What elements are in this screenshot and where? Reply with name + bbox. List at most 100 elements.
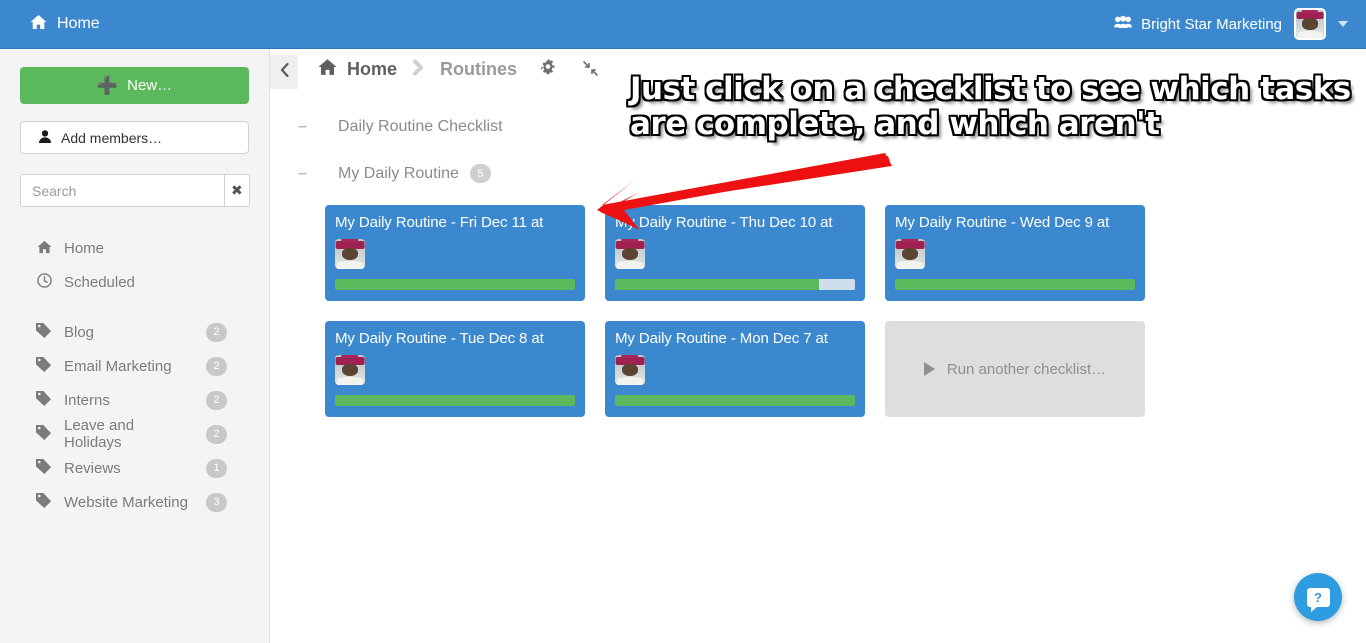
- search-clear-button[interactable]: ✖: [224, 174, 250, 207]
- progress-bar-fill: [895, 279, 1135, 290]
- sidebar-nav-list: Home Scheduled Blog 2 Email Marketing 2 …: [20, 231, 249, 519]
- tag-icon: [36, 459, 52, 477]
- breadcrumb-item-home[interactable]: Home: [318, 58, 397, 81]
- help-question-mark: ?: [1314, 589, 1322, 605]
- breadcrumb-item-routines[interactable]: Routines: [440, 59, 517, 80]
- breadcrumb: Home Routines: [318, 58, 598, 81]
- home-icon: [30, 14, 47, 35]
- checklist-card[interactable]: My Daily Routine - Thu Dec 10 at: [605, 205, 865, 301]
- sidebar-item-scheduled[interactable]: Scheduled: [20, 265, 249, 299]
- search-input[interactable]: [20, 174, 224, 207]
- top-header-bar: Home Bright Star Marketing: [0, 0, 1366, 49]
- sidebar-item-home[interactable]: Home: [20, 231, 249, 265]
- sidebar-item-reviews[interactable]: Reviews 1: [20, 451, 249, 485]
- help-chat-icon: ?: [1306, 587, 1330, 612]
- tag-icon: [36, 493, 52, 511]
- checklist-card[interactable]: My Daily Routine - Wed Dec 9 at: [885, 205, 1145, 301]
- checklist-card-title: My Daily Routine - Tue Dec 8 at: [335, 330, 544, 347]
- compress-arrows-icon[interactable]: [583, 60, 598, 79]
- avatar: [895, 239, 925, 269]
- sidebar-item-badge: 2: [206, 356, 227, 376]
- sidebar-item-label: Email Marketing: [64, 357, 172, 375]
- group-icon: [1114, 15, 1133, 34]
- sidebar-item-website-marketing[interactable]: Website Marketing 3: [20, 485, 249, 519]
- breadcrumb-separator-icon: [410, 59, 427, 81]
- add-members-label: Add members…: [61, 129, 163, 146]
- home-icon: [36, 240, 52, 257]
- sidebar-item-label: Home: [64, 239, 105, 257]
- plus-icon: ➕: [96, 76, 119, 95]
- sidebar-item-label: Reviews: [64, 459, 121, 477]
- help-button[interactable]: ?: [1294, 573, 1342, 621]
- new-button[interactable]: ➕ New…: [20, 67, 249, 104]
- add-members-button[interactable]: Add members…: [20, 121, 249, 154]
- chevron-left-icon: [280, 62, 289, 81]
- sidebar-item-interns[interactable]: Interns 2: [20, 383, 249, 417]
- checklist-card[interactable]: My Daily Routine - Tue Dec 8 at: [325, 321, 585, 417]
- breadcrumb-home-label: Home: [347, 59, 398, 79]
- collapse-toggle-icon[interactable]: –: [298, 119, 320, 135]
- card-row: My Daily Routine - Fri Dec 11 at My Dail…: [325, 205, 1145, 301]
- avatar[interactable]: [1294, 8, 1326, 40]
- gear-icon[interactable]: [541, 59, 557, 80]
- sidebar-item-blog[interactable]: Blog 2: [20, 315, 249, 349]
- avatar-image: [335, 239, 365, 269]
- tag-icon: [36, 391, 52, 409]
- tree-row-daily-routine-checklist[interactable]: – Daily Routine Checklist: [298, 118, 503, 136]
- avatar-image: [1296, 10, 1324, 38]
- chevron-down-icon[interactable]: [1338, 21, 1348, 27]
- run-another-checklist-button[interactable]: Run another checklist…: [885, 321, 1145, 417]
- clock-icon: [36, 273, 52, 291]
- sidebar-item-label: Interns: [64, 391, 110, 409]
- avatar-image: [615, 239, 645, 269]
- tree-row-my-daily-routine[interactable]: – My Daily Routine 5: [298, 164, 491, 183]
- header-right-group: Bright Star Marketing: [1114, 8, 1366, 40]
- checklist-card-grid: My Daily Routine - Fri Dec 11 at My Dail…: [325, 205, 1145, 437]
- progress-bar: [615, 395, 855, 406]
- sidebar-item-badge: 2: [206, 322, 227, 342]
- header-home-link[interactable]: Home: [0, 14, 100, 35]
- annotation-line-2: are complete, and which aren't: [630, 105, 1160, 142]
- sidebar-item-email-marketing[interactable]: Email Marketing 2: [20, 349, 249, 383]
- play-icon: [923, 362, 935, 376]
- new-button-label: New…: [127, 77, 173, 94]
- progress-bar-fill: [335, 395, 575, 406]
- sidebar-item-badge: 2: [206, 390, 227, 410]
- progress-bar: [335, 395, 575, 406]
- sidebar-item-label: Website Marketing: [64, 493, 188, 511]
- sidebar-item-badge: 1: [206, 458, 227, 478]
- progress-bar-fill: [615, 395, 855, 406]
- tag-icon: [36, 323, 52, 341]
- progress-bar: [615, 279, 855, 290]
- header-home-label: Home: [57, 15, 100, 32]
- app-root: Home Bright Star Marketing ➕ New… Add me…: [0, 0, 1366, 643]
- tag-icon: [36, 425, 52, 443]
- annotation-text: Just click on a checklist to see which t…: [630, 72, 1360, 141]
- sidebar-item-leave-and-holidays[interactable]: Leave and Holidays 2: [20, 417, 249, 451]
- search-row: ✖: [20, 174, 250, 207]
- avatar: [615, 239, 645, 269]
- annotation-line-1: Just click on a checklist to see which t…: [630, 71, 1351, 107]
- avatar-image: [895, 239, 925, 269]
- checklist-card[interactable]: My Daily Routine - Mon Dec 7 at: [605, 321, 865, 417]
- checklist-card[interactable]: My Daily Routine - Fri Dec 11 at: [325, 205, 585, 301]
- tree-item-label: My Daily Routine: [338, 164, 459, 182]
- person-icon: [39, 129, 51, 146]
- sidebar: ➕ New… Add members… ✖: [0, 49, 270, 643]
- nav-divider-space: [20, 299, 249, 315]
- avatar-image: [615, 355, 645, 385]
- sidebar-item-label: Blog: [64, 323, 95, 341]
- tag-icon: [36, 357, 52, 375]
- progress-bar: [895, 279, 1135, 290]
- sidebar-item-label: Leave and Holidays: [64, 417, 135, 451]
- collapse-toggle-icon[interactable]: –: [298, 165, 320, 182]
- tree-item-badge: 5: [469, 164, 491, 183]
- tree-item-label: Daily Routine Checklist: [338, 118, 503, 135]
- sidebar-item-label: Scheduled: [64, 273, 135, 291]
- avatar: [335, 239, 365, 269]
- checklist-card-title: My Daily Routine - Fri Dec 11 at: [335, 214, 544, 231]
- organization-switcher[interactable]: Bright Star Marketing: [1114, 15, 1282, 34]
- avatar: [615, 355, 645, 385]
- avatar-image: [335, 355, 365, 385]
- sidebar-collapse-button[interactable]: [270, 55, 298, 89]
